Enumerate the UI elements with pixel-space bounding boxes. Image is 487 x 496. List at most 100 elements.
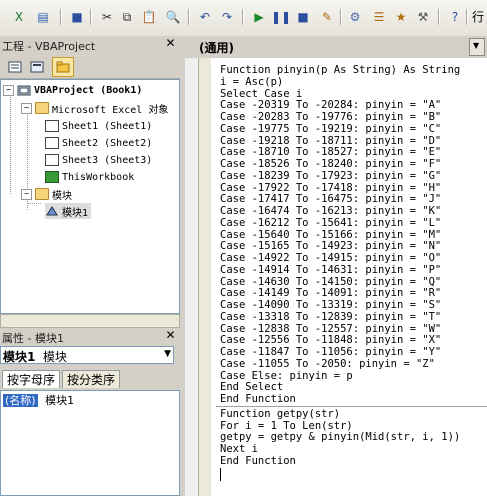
pause-icon[interactable]: ❚❚ — [271, 8, 291, 26]
chevron-down-icon[interactable]: ▼ — [164, 349, 171, 359]
tree-node-sheet1[interactable]: Sheet1 (Sheet1) — [45, 118, 152, 134]
tab-alphabetic[interactable]: 按字母序 — [2, 370, 61, 388]
properties-grid: (名称) 模块1 — [0, 390, 180, 496]
help-icon[interactable]: ? — [446, 8, 464, 26]
chevron-down-icon[interactable]: ▼ — [469, 38, 485, 56]
text-caret — [220, 468, 221, 481]
folder-icon — [35, 102, 49, 114]
tree-label-thisworkbook: ThisWorkbook — [62, 171, 135, 183]
code-line: Case -17417 To -16475: pinyin = "J" — [220, 193, 442, 205]
code-line: Case -11847 To -11056: pinyin = "Y" — [220, 346, 442, 358]
toggle-folders-icon[interactable] — [52, 57, 74, 77]
view-code-icon[interactable] — [4, 57, 26, 77]
code-line: Case -14914 To -14631: pinyin = "P" — [220, 264, 442, 276]
code-line: Case -20319 To -20284: pinyin = "A" — [220, 99, 442, 111]
project-tree: − VBAProject (Book1) − Microsoft Excel 对… — [0, 79, 180, 314]
excel-icon[interactable]: X — [10, 8, 28, 26]
undo-icon[interactable]: ↶ — [196, 8, 214, 26]
folder-icon — [35, 188, 49, 200]
tree-label-modules: 模块 — [52, 190, 72, 202]
properties-icon[interactable]: ☰ — [370, 8, 388, 26]
find-icon[interactable]: 🔍 — [164, 8, 182, 26]
collapse-icon[interactable]: − — [21, 102, 32, 114]
worksheet-icon — [45, 154, 59, 166]
insert-module-icon[interactable]: ▤ — [34, 8, 52, 26]
toolbar-separator — [438, 9, 440, 25]
procedure-separator — [216, 406, 487, 407]
properties-pane-title-bar: 属性 - 模块1 ✕ — [0, 328, 180, 346]
code-line: Case -16474 To -16213: pinyin = "K" — [220, 205, 442, 217]
standard-toolbar: X ▤ ■ ✂ ⧉ 📋 🔍 ↶ ↷ ▶ ❚❚ ■ ✎ ⚙ ☰ ★ ⚒? 行 — [0, 0, 487, 37]
tab-categorized[interactable]: 按分类序 — [62, 370, 121, 388]
code-line: Case -18526 To -18240: pinyin = "F" — [220, 158, 442, 170]
tree-label-sheet1: Sheet1 (Sheet1) — [62, 120, 153, 132]
stop-icon[interactable]: ■ — [294, 8, 312, 26]
code-line: End Function — [220, 455, 296, 467]
project-pane-toolbar — [0, 54, 180, 79]
code-line: End Select — [220, 381, 284, 393]
code-line: Case -15165 To -14923: pinyin = "N" — [220, 240, 442, 252]
object-browser-icon[interactable]: ★ — [392, 8, 410, 26]
design-mode-icon[interactable]: ✎ — [318, 8, 336, 26]
property-value[interactable]: 模块1 — [45, 394, 74, 407]
code-line: Case -14149 To -14091: pinyin = "R" — [220, 287, 442, 299]
code-line: Case -11055 To -2050: pinyin = "Z" — [220, 358, 435, 370]
code-line: i = Asc(p) — [220, 76, 284, 88]
project-explorer-icon[interactable]: ⚙ — [346, 8, 364, 26]
code-line: Case -14090 To -13319: pinyin = "S" — [220, 299, 442, 311]
toolbar-separator — [60, 9, 62, 25]
code-line: Function getpy(str) — [220, 408, 341, 420]
paste-icon[interactable]: 📋 — [140, 8, 158, 26]
save-icon[interactable]: ■ — [68, 8, 86, 26]
tree-node-excel-objects[interactable]: − Microsoft Excel 对象 — [21, 100, 168, 116]
code-line: Next i — [220, 443, 258, 455]
view-object-icon[interactable] — [26, 57, 48, 77]
toolbar-separator — [242, 9, 244, 25]
close-icon[interactable]: ✕ — [165, 37, 176, 49]
properties-tabs: 按字母序 按分类序 — [0, 368, 180, 390]
property-key: (名称) — [3, 394, 38, 407]
code-line: Case -14922 To -14915: pinyin = "O" — [220, 252, 442, 264]
tree-label-excel-objects: Microsoft Excel 对象 — [52, 104, 169, 116]
module-icon — [45, 205, 59, 217]
tree-node-sheet3[interactable]: Sheet3 (Sheet3) — [45, 152, 152, 168]
project-pane-title: 工程 - VBAProject — [2, 40, 96, 53]
code-line: Case -18239 To -17923: pinyin = "G" — [220, 170, 442, 182]
properties-object-select[interactable]: 模块1 模块 ▼ — [0, 346, 174, 364]
vba-project-icon — [17, 84, 31, 96]
redo-icon[interactable]: ↷ — [218, 8, 236, 26]
tree-node-vbaproject[interactable]: − VBAProject (Book1) — [3, 82, 142, 98]
code-line: getpy = getpy & pinyin(Mid(str, i, 1)) — [220, 431, 461, 443]
collapse-icon[interactable]: − — [3, 84, 14, 96]
property-row[interactable]: (名称) 模块1 — [3, 394, 74, 408]
tree-node-module1[interactable]: 模块1 — [45, 203, 92, 219]
tree-node-modules[interactable]: − 模块 — [21, 186, 72, 202]
properties-pane-title: 属性 - 模块1 — [2, 332, 64, 345]
code-scrollbar[interactable] — [198, 58, 211, 496]
cut-icon[interactable]: ✂ — [98, 8, 116, 26]
toolbox-icon[interactable]: ⚒ — [414, 8, 432, 26]
workbook-icon — [45, 171, 59, 183]
code-line: Case -13318 To -12839: pinyin = "T" — [220, 311, 442, 323]
toolbar-separator — [90, 9, 92, 25]
tree-label-vbaproject: VBAProject (Book1) — [34, 84, 143, 96]
code-object-combo[interactable]: (通用) ▼ — [185, 36, 487, 59]
tree-label-module1: 模块1 — [62, 207, 89, 219]
code-line: End Function — [220, 393, 296, 405]
object-combo-value: (通用) — [199, 41, 234, 55]
code-line: Case -20283 To -19776: pinyin = "B" — [220, 111, 442, 123]
close-icon[interactable]: ✕ — [165, 329, 176, 341]
copy-icon[interactable]: ⧉ — [118, 8, 136, 26]
tree-label-sheet3: Sheet3 (Sheet3) — [62, 154, 153, 166]
toolbar-separator — [340, 9, 342, 25]
worksheet-icon — [45, 137, 59, 149]
project-tree-scrollbar[interactable] — [0, 314, 180, 328]
collapse-icon[interactable]: − — [21, 188, 32, 200]
tree-node-thisworkbook[interactable]: ThisWorkbook — [45, 169, 134, 185]
tree-node-sheet2[interactable]: Sheet2 (Sheet2) — [45, 135, 152, 151]
run-icon[interactable]: ▶ — [250, 8, 268, 26]
toolbar-separator — [188, 9, 190, 25]
code-line: Case -16212 To -15641: pinyin = "L" — [220, 217, 442, 229]
code-line: Case -12556 To -11848: pinyin = "X" — [220, 334, 442, 346]
code-line: Function pinyin(p As String) As String — [220, 64, 461, 76]
